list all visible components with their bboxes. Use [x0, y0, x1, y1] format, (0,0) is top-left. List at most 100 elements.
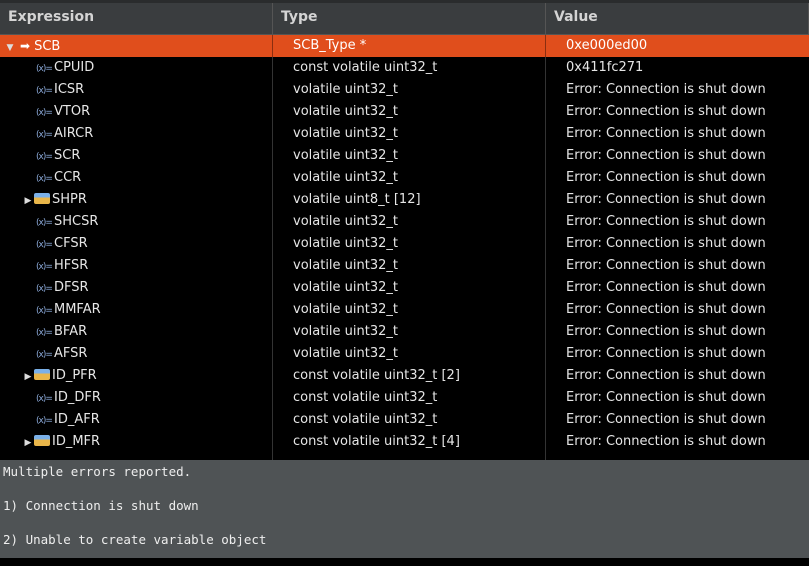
- variable-icon: (x)=: [36, 394, 53, 404]
- type-cell: const volatile uint32_t [4]: [273, 431, 546, 453]
- column-header-type[interactable]: Type: [273, 3, 546, 34]
- expression-cell: (x)= BFAR: [0, 321, 273, 343]
- value-cell: Error: Connection is shut down: [566, 126, 766, 141]
- table-row[interactable]: (x)= DFSR volatile uint32_t Error: Connecti…: [0, 277, 809, 299]
- expression-name: SCR: [54, 148, 81, 163]
- value-cell: Error: Connection is shut down: [566, 346, 766, 361]
- expression-name: BFAR: [54, 324, 88, 339]
- expression-cell: (x)= ICSR: [0, 79, 273, 101]
- expression-cell: (x)= DFSR: [0, 277, 273, 299]
- expression-cell: (x)= CFSR: [0, 233, 273, 255]
- table-row-partial[interactable]: [0, 453, 809, 460]
- table-row[interactable]: (x)= BFAR volatile uint32_t Error: Connecti…: [0, 321, 809, 343]
- variable-icon: (x)=: [36, 306, 53, 316]
- expression-cell: ▶ ID_PFR: [0, 365, 273, 387]
- expression-name: ICSR: [54, 82, 85, 97]
- type-cell: volatile uint32_t: [273, 167, 546, 189]
- value-cell: Error: Connection is shut down: [566, 390, 766, 405]
- variable-icon: (x)=: [36, 262, 53, 272]
- expand-toggle-icon[interactable]: ▶: [22, 190, 34, 212]
- expression-cell: (x)= ID_DFR: [0, 387, 273, 409]
- variable-icon: (x)=: [36, 108, 53, 118]
- expression-name: CPUID: [54, 60, 95, 75]
- type-cell: volatile uint32_t: [273, 321, 546, 343]
- table-row[interactable]: (x)= AFSR volatile uint32_t Error: Connecti…: [0, 343, 809, 365]
- expand-toggle-icon[interactable]: ▶: [22, 366, 34, 388]
- table-row[interactable]: (x)= CCR volatile uint32_t Error: Connectio…: [0, 167, 809, 189]
- table-row[interactable]: (x)= SHCSR volatile uint32_t Error: Connect…: [0, 211, 809, 233]
- type-cell: volatile uint32_t: [273, 123, 546, 145]
- variable-icon: (x)=: [36, 350, 53, 360]
- expression-name: SCB: [34, 39, 61, 54]
- table-row[interactable]: ▶ SHPR volatile uint8_t [12] Error: Connect…: [0, 189, 809, 211]
- table-row[interactable]: ▼ ➡ SCB SCB_Type * 0xe000ed00: [0, 35, 809, 57]
- column-header-expression[interactable]: Expression: [0, 3, 273, 34]
- expression-cell: (x)= MMFAR: [0, 299, 273, 321]
- column-header-value[interactable]: Value: [546, 3, 809, 34]
- array-folder-icon: [34, 193, 50, 204]
- expression-cell: (x)= SHCSR: [0, 211, 273, 233]
- collapse-toggle-icon[interactable]: ▼: [4, 37, 16, 59]
- error-summary: Multiple errors reported.: [3, 464, 192, 479]
- expression-name: DFSR: [54, 280, 89, 295]
- pointer-arrow-icon: ➡: [20, 39, 31, 53]
- table-row[interactable]: (x)= ID_AFR const volatile uint32_t Error: …: [0, 409, 809, 431]
- expression-name: ID_PFR: [52, 368, 97, 383]
- expression-cell: ▼ ➡ SCB: [0, 35, 273, 57]
- expression-rows: ▼ ➡ SCB SCB_Type * 0xe000ed00 (x)= CPUID const …: [0, 35, 809, 460]
- expression-name: CCR: [54, 170, 82, 185]
- table-row[interactable]: (x)= SCR volatile uint32_t Error: Connectio…: [0, 145, 809, 167]
- variable-icon: (x)=: [36, 240, 53, 250]
- type-cell: volatile uint8_t [12]: [273, 189, 546, 211]
- type-cell: const volatile uint32_t: [273, 57, 546, 79]
- variable-icon: (x)=: [36, 64, 53, 74]
- value-cell: Error: Connection is shut down: [566, 214, 766, 229]
- expression-cell: (x)= AIRCR: [0, 123, 273, 145]
- value-cell: Error: Connection is shut down: [566, 236, 766, 251]
- type-cell: volatile uint32_t: [273, 233, 546, 255]
- expression-name: AIRCR: [54, 126, 94, 141]
- value-cell: 0x411fc271: [566, 60, 644, 75]
- error-line: 1) Connection is shut down: [3, 498, 199, 513]
- table-row[interactable]: ▶ ID_PFR const volatile uint32_t [2] Error:…: [0, 365, 809, 387]
- expression-name: ID_AFR: [54, 412, 100, 427]
- value-cell: Error: Connection is shut down: [566, 148, 766, 163]
- expand-toggle-icon[interactable]: ▶: [22, 432, 34, 454]
- variable-icon: (x)=: [36, 130, 53, 140]
- expression-name: SHCSR: [54, 214, 99, 229]
- table-row[interactable]: (x)= ID_DFR const volatile uint32_t Error: …: [0, 387, 809, 409]
- value-cell: Error: Connection is shut down: [566, 412, 766, 427]
- type-cell: volatile uint32_t: [273, 101, 546, 123]
- type-cell: const volatile uint32_t: [273, 387, 546, 409]
- table-row[interactable]: ▶ ID_MFR const volatile uint32_t [4] Error:…: [0, 431, 809, 453]
- expression-cell: (x)= AFSR: [0, 343, 273, 365]
- expression-cell: (x)= CCR: [0, 167, 273, 189]
- value-cell: Error: Connection is shut down: [566, 434, 766, 449]
- type-cell: volatile uint32_t: [273, 145, 546, 167]
- value-cell: Error: Connection is shut down: [566, 170, 766, 185]
- variable-icon: (x)=: [36, 284, 53, 294]
- table-row[interactable]: (x)= CFSR volatile uint32_t Error: Connecti…: [0, 233, 809, 255]
- type-cell: volatile uint32_t: [273, 79, 546, 101]
- type-cell: const volatile uint32_t [2]: [273, 365, 546, 387]
- table-row[interactable]: (x)= ICSR volatile uint32_t Error: Connecti…: [0, 79, 809, 101]
- expression-cell: ▶ SHPR: [0, 189, 273, 211]
- type-cell: volatile uint32_t: [273, 277, 546, 299]
- value-cell: Error: Connection is shut down: [566, 368, 766, 383]
- table-row[interactable]: (x)= HFSR volatile uint32_t Error: Connecti…: [0, 255, 809, 277]
- type-cell: const volatile uint32_t: [273, 409, 546, 431]
- type-cell: SCB_Type *: [273, 35, 546, 57]
- expression-cell: (x)= SCR: [0, 145, 273, 167]
- value-cell: Error: Connection is shut down: [566, 302, 766, 317]
- table-row[interactable]: (x)= MMFAR volatile uint32_t Error: Connect…: [0, 299, 809, 321]
- expression-name: ID_MFR: [52, 434, 101, 449]
- table-row[interactable]: (x)= CPUID const volatile uint32_t 0x411fc2…: [0, 57, 809, 79]
- type-cell: volatile uint32_t: [273, 299, 546, 321]
- array-folder-icon: [34, 369, 50, 380]
- expression-name: AFSR: [54, 346, 88, 361]
- value-cell: Error: Connection is shut down: [566, 82, 766, 97]
- table-row[interactable]: (x)= AIRCR volatile uint32_t Error: Connect…: [0, 123, 809, 145]
- table-row[interactable]: (x)= VTOR volatile uint32_t Error: Connecti…: [0, 101, 809, 123]
- type-cell: volatile uint32_t: [273, 255, 546, 277]
- expression-name: HFSR: [54, 258, 89, 273]
